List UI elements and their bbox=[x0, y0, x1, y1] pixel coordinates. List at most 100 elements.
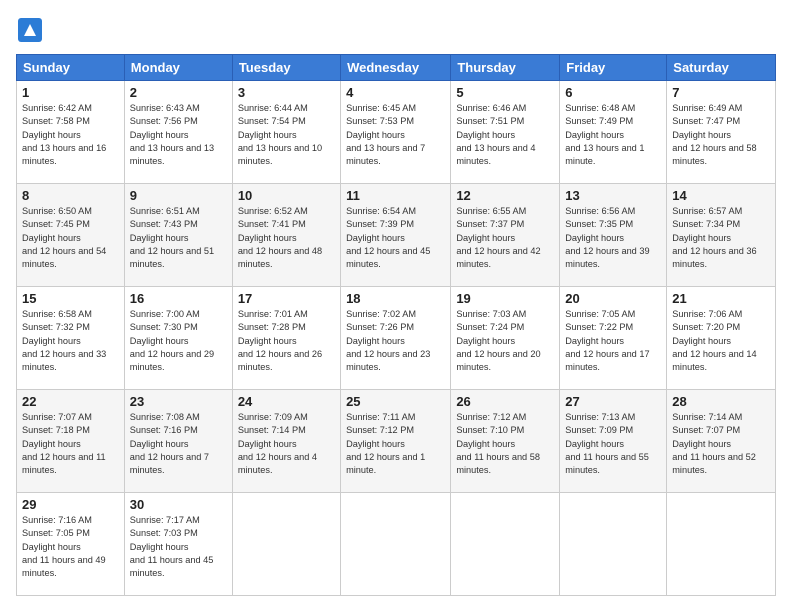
calendar-row: 29 Sunrise: 7:16 AMSunset: 7:05 PMDayligh… bbox=[17, 493, 776, 596]
table-row: 10 Sunrise: 6:52 AMSunset: 7:41 PMDayligh… bbox=[232, 184, 340, 287]
header-row: Sunday Monday Tuesday Wednesday Thursday… bbox=[17, 55, 776, 81]
day-info: Sunrise: 7:05 AMSunset: 7:22 PMDaylight … bbox=[565, 308, 661, 375]
day-info: Sunrise: 6:52 AMSunset: 7:41 PMDaylight … bbox=[238, 205, 335, 272]
day-info: Sunrise: 6:54 AMSunset: 7:39 PMDaylight … bbox=[346, 205, 445, 272]
table-row: 27 Sunrise: 7:13 AMSunset: 7:09 PMDayligh… bbox=[560, 390, 667, 493]
day-info: Sunrise: 7:13 AMSunset: 7:09 PMDaylight … bbox=[565, 411, 661, 478]
table-row: 3 Sunrise: 6:44 AMSunset: 7:54 PMDaylight… bbox=[232, 81, 340, 184]
col-saturday: Saturday bbox=[667, 55, 776, 81]
day-info: Sunrise: 6:55 AMSunset: 7:37 PMDaylight … bbox=[456, 205, 554, 272]
table-row: 26 Sunrise: 7:12 AMSunset: 7:10 PMDayligh… bbox=[451, 390, 560, 493]
day-number: 6 bbox=[565, 85, 661, 100]
col-friday: Friday bbox=[560, 55, 667, 81]
day-info: Sunrise: 6:49 AMSunset: 7:47 PMDaylight … bbox=[672, 102, 770, 169]
day-info: Sunrise: 6:57 AMSunset: 7:34 PMDaylight … bbox=[672, 205, 770, 272]
day-info: Sunrise: 6:45 AMSunset: 7:53 PMDaylight … bbox=[346, 102, 445, 169]
col-sunday: Sunday bbox=[17, 55, 125, 81]
table-row: 1Sunrise: 6:42 AMSunset: 7:58 PMDaylight… bbox=[17, 81, 125, 184]
day-info: Sunrise: 7:14 AMSunset: 7:07 PMDaylight … bbox=[672, 411, 770, 478]
table-row: 14 Sunrise: 6:57 AMSunset: 7:34 PMDayligh… bbox=[667, 184, 776, 287]
day-number: 9 bbox=[130, 188, 227, 203]
table-row bbox=[560, 493, 667, 596]
day-number: 2 bbox=[130, 85, 227, 100]
table-row bbox=[341, 493, 451, 596]
day-number: 13 bbox=[565, 188, 661, 203]
day-info: Sunrise: 6:51 AMSunset: 7:43 PMDaylight … bbox=[130, 205, 227, 272]
table-row: 22 Sunrise: 7:07 AMSunset: 7:18 PMDayligh… bbox=[17, 390, 125, 493]
header bbox=[16, 16, 776, 44]
day-info: Sunrise: 7:06 AMSunset: 7:20 PMDaylight … bbox=[672, 308, 770, 375]
day-info: Sunrise: 7:09 AMSunset: 7:14 PMDaylight … bbox=[238, 411, 335, 478]
day-number: 7 bbox=[672, 85, 770, 100]
calendar-row: 22 Sunrise: 7:07 AMSunset: 7:18 PMDayligh… bbox=[17, 390, 776, 493]
day-number: 3 bbox=[238, 85, 335, 100]
table-row: 20 Sunrise: 7:05 AMSunset: 7:22 PMDayligh… bbox=[560, 287, 667, 390]
day-info: Sunrise: 7:01 AMSunset: 7:28 PMDaylight … bbox=[238, 308, 335, 375]
day-number: 22 bbox=[22, 394, 119, 409]
calendar-row: 8 Sunrise: 6:50 AMSunset: 7:45 PMDaylight… bbox=[17, 184, 776, 287]
table-row: 4 Sunrise: 6:45 AMSunset: 7:53 PMDaylight… bbox=[341, 81, 451, 184]
day-info: Sunrise: 7:11 AMSunset: 7:12 PMDaylight … bbox=[346, 411, 445, 478]
table-row: 18 Sunrise: 7:02 AMSunset: 7:26 PMDayligh… bbox=[341, 287, 451, 390]
day-number: 29 bbox=[22, 497, 119, 512]
logo-icon bbox=[16, 16, 44, 44]
table-row: 11Sunrise: 6:54 AMSunset: 7:39 PMDayligh… bbox=[341, 184, 451, 287]
day-number: 25 bbox=[346, 394, 445, 409]
table-row: 12 Sunrise: 6:55 AMSunset: 7:37 PMDayligh… bbox=[451, 184, 560, 287]
table-row: 7 Sunrise: 6:49 AMSunset: 7:47 PMDaylight… bbox=[667, 81, 776, 184]
table-row: 28 Sunrise: 7:14 AMSunset: 7:07 PMDayligh… bbox=[667, 390, 776, 493]
day-info: Sunrise: 6:43 AMSunset: 7:56 PMDaylight … bbox=[130, 102, 227, 169]
table-row bbox=[232, 493, 340, 596]
day-number: 21 bbox=[672, 291, 770, 306]
table-row: 24 Sunrise: 7:09 AMSunset: 7:14 PMDayligh… bbox=[232, 390, 340, 493]
col-wednesday: Wednesday bbox=[341, 55, 451, 81]
day-info: Sunrise: 6:58 AMSunset: 7:32 PMDaylight … bbox=[22, 308, 119, 375]
table-row bbox=[451, 493, 560, 596]
day-number: 28 bbox=[672, 394, 770, 409]
day-number: 19 bbox=[456, 291, 554, 306]
table-row: 29 Sunrise: 7:16 AMSunset: 7:05 PMDayligh… bbox=[17, 493, 125, 596]
page: Sunday Monday Tuesday Wednesday Thursday… bbox=[0, 0, 792, 612]
day-info: Sunrise: 7:12 AMSunset: 7:10 PMDaylight … bbox=[456, 411, 554, 478]
day-number: 1 bbox=[22, 85, 119, 100]
day-info: Sunrise: 6:44 AMSunset: 7:54 PMDaylight … bbox=[238, 102, 335, 169]
day-number: 27 bbox=[565, 394, 661, 409]
day-info: Sunrise: 7:00 AMSunset: 7:30 PMDaylight … bbox=[130, 308, 227, 375]
day-number: 24 bbox=[238, 394, 335, 409]
day-number: 10 bbox=[238, 188, 335, 203]
table-row: 30 Sunrise: 7:17 AMSunset: 7:03 PMDayligh… bbox=[124, 493, 232, 596]
day-info: Sunrise: 7:03 AMSunset: 7:24 PMDaylight … bbox=[456, 308, 554, 375]
table-row: 19 Sunrise: 7:03 AMSunset: 7:24 PMDayligh… bbox=[451, 287, 560, 390]
day-info: Sunrise: 7:07 AMSunset: 7:18 PMDaylight … bbox=[22, 411, 119, 478]
table-row: 5 Sunrise: 6:46 AMSunset: 7:51 PMDaylight… bbox=[451, 81, 560, 184]
table-row: 15Sunrise: 6:58 AMSunset: 7:32 PMDayligh… bbox=[17, 287, 125, 390]
day-info: Sunrise: 7:17 AMSunset: 7:03 PMDaylight … bbox=[130, 514, 227, 581]
calendar-row: 15Sunrise: 6:58 AMSunset: 7:32 PMDayligh… bbox=[17, 287, 776, 390]
day-number: 14 bbox=[672, 188, 770, 203]
day-number: 23 bbox=[130, 394, 227, 409]
day-info: Sunrise: 7:02 AMSunset: 7:26 PMDaylight … bbox=[346, 308, 445, 375]
day-number: 30 bbox=[130, 497, 227, 512]
table-row bbox=[667, 493, 776, 596]
day-number: 18 bbox=[346, 291, 445, 306]
day-info: Sunrise: 6:46 AMSunset: 7:51 PMDaylight … bbox=[456, 102, 554, 169]
day-number: 12 bbox=[456, 188, 554, 203]
logo bbox=[16, 16, 48, 44]
table-row: 17 Sunrise: 7:01 AMSunset: 7:28 PMDayligh… bbox=[232, 287, 340, 390]
day-number: 17 bbox=[238, 291, 335, 306]
day-number: 5 bbox=[456, 85, 554, 100]
day-info: Sunrise: 7:16 AMSunset: 7:05 PMDaylight … bbox=[22, 514, 119, 581]
table-row: 21 Sunrise: 7:06 AMSunset: 7:20 PMDayligh… bbox=[667, 287, 776, 390]
col-tuesday: Tuesday bbox=[232, 55, 340, 81]
day-number: 20 bbox=[565, 291, 661, 306]
day-number: 4 bbox=[346, 85, 445, 100]
table-row: 23 Sunrise: 7:08 AMSunset: 7:16 PMDayligh… bbox=[124, 390, 232, 493]
table-row: 8 Sunrise: 6:50 AMSunset: 7:45 PMDaylight… bbox=[17, 184, 125, 287]
day-info: Sunrise: 7:08 AMSunset: 7:16 PMDaylight … bbox=[130, 411, 227, 478]
day-number: 26 bbox=[456, 394, 554, 409]
day-number: 8 bbox=[22, 188, 119, 203]
day-info: Sunrise: 6:56 AMSunset: 7:35 PMDaylight … bbox=[565, 205, 661, 272]
day-number: 16 bbox=[130, 291, 227, 306]
col-thursday: Thursday bbox=[451, 55, 560, 81]
day-info: Sunrise: 6:50 AMSunset: 7:45 PMDaylight … bbox=[22, 205, 119, 272]
